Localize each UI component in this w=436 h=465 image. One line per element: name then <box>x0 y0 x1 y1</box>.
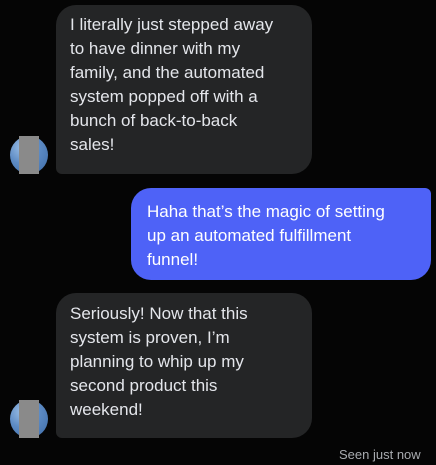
chat-thread: I literally just stepped away to have di… <box>0 0 436 465</box>
avatar-redaction <box>19 400 39 438</box>
incoming-message-bubble[interactable]: Seriously! Now that this system is prove… <box>56 293 312 438</box>
avatar-redaction <box>19 136 39 174</box>
contact-avatar[interactable] <box>10 136 48 174</box>
seen-status: Seen just now <box>339 447 421 462</box>
contact-avatar[interactable] <box>10 400 48 438</box>
incoming-message-bubble[interactable]: I literally just stepped away to have di… <box>56 5 312 174</box>
outgoing-message-bubble[interactable]: Haha that’s the magic of setting up an a… <box>131 188 431 280</box>
